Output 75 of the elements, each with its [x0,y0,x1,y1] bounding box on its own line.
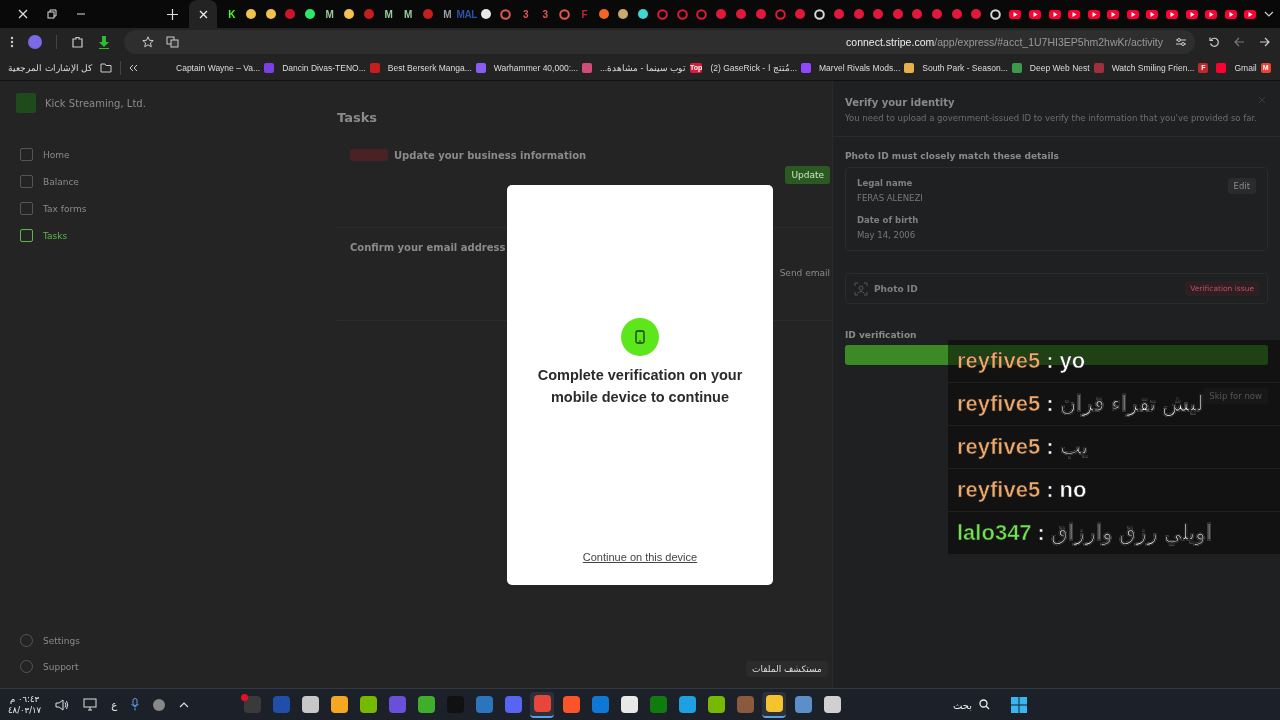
bookmark[interactable]: Marvel Rivals Mods... [819,63,915,73]
taskbar-app[interactable] [530,691,554,718]
task-button[interactable]: Update [785,166,830,184]
translate-icon[interactable] [166,36,179,48]
browser-tab[interactable]: M [378,2,399,26]
extensions-icon[interactable] [71,35,84,49]
task-button[interactable]: Send email [779,265,830,281]
forward-icon[interactable] [1259,37,1270,47]
photo-id-label: Photo ID [874,283,918,294]
panel-title: Verify your identity [845,97,955,108]
bookmark[interactable]: Deep Web Nest [1029,63,1104,73]
reload-icon[interactable] [1209,36,1220,48]
search-icon [979,699,990,710]
chevrons-icon[interactable] [129,64,138,72]
tab-list-icon[interactable] [1264,11,1274,17]
browser-tab[interactable]: K [221,2,242,26]
browser-tab[interactable]: M [398,2,418,26]
field-label: Legal name [857,178,914,188]
bookmark[interactable]: Dancin Divas-TENO... [282,63,380,73]
field-value: FERAS ALENEZI [857,193,923,203]
taskbar-app[interactable] [762,691,786,718]
browser-tab[interactable]: F [574,2,595,26]
back-icon[interactable] [1234,37,1245,47]
bookmark[interactable]: (2) GaseRick - مُتتج ا... [710,63,811,73]
nav-item[interactable]: Balance [16,174,284,189]
active-tab[interactable] [189,0,217,28]
bookmark[interactable]: South Park - Season... [922,63,1022,73]
chat-message: reyfive5 : yo [948,340,1280,382]
modal-heading: Complete verification on your mobile device to continue [536,366,744,407]
bookmark[interactable]: Warhammer 40,000:... [493,63,593,73]
logo-icon [16,93,36,113]
tooltip: مستكشف الملفات [746,661,828,677]
profile-avatar[interactable] [28,35,42,49]
monitor-icon[interactable] [83,698,98,711]
task-title: Update your business information [394,149,587,161]
language-indicator[interactable]: ع [111,699,118,710]
phone-icon [621,318,659,356]
section-heading: ID verification [845,330,917,340]
task-title: Confirm your email address [350,242,506,253]
nav-item[interactable]: Support [16,659,284,674]
bookmark[interactable]: Captain Wayne – Va... [176,63,275,73]
bookmark[interactable]: Best Berserk Manga... [387,63,486,73]
nav-item[interactable]: Settings [16,633,284,648]
chat-message: reyfive5 : no [948,469,1280,511]
bookmark[interactable] [1216,63,1227,73]
browser-tab[interactable]: M [437,2,457,26]
face-scan-icon [854,281,868,296]
download-icon[interactable] [98,35,110,49]
search-field[interactable]: بحث [856,694,1000,716]
browser-tab[interactable]: M [319,2,340,26]
volume-icon[interactable] [55,698,70,711]
clock[interactable]: ٠٦:٤٣ م ٤٨/٠٣/١٧ [8,693,42,716]
start-icon[interactable] [1011,696,1027,713]
nav-item[interactable]: Home [16,147,284,162]
all-bookmarks[interactable]: كل الإشارات المرجعية [8,63,92,73]
browser-tab[interactable]: 3 [535,2,555,26]
tray-app-icon[interactable] [153,698,166,711]
section-heading: Photo ID must closely match these details [845,151,1059,161]
field-value: May 14, 2006 [857,230,917,240]
microphone-icon[interactable] [131,698,140,711]
continue-link[interactable]: Continue on this device [582,551,698,563]
field-label: Date of birth [857,215,920,225]
site-settings-icon[interactable] [1175,37,1187,47]
menu-icon[interactable] [10,36,14,48]
company-name: Kick Streaming, Ltd. [45,97,146,109]
address-bar[interactable]: connect.stripe.com/app/express/#acct_1U7HI3EP5hm2hwKr/activity [846,36,1163,48]
chevron-up-icon[interactable] [179,701,190,708]
panel-subtitle: You need to upload a government-issued ID to verify the information that you've provided so far. [833,108,1280,137]
star-icon[interactable] [142,36,154,48]
browser-tab[interactable]: 3 [515,2,536,26]
folder-icon [100,63,112,73]
nav-item[interactable]: Tasks [16,228,284,243]
nav-item[interactable]: Tax forms [16,201,284,216]
edit-button[interactable]: Edit [1227,178,1256,194]
page-title: Tasks [337,110,379,125]
